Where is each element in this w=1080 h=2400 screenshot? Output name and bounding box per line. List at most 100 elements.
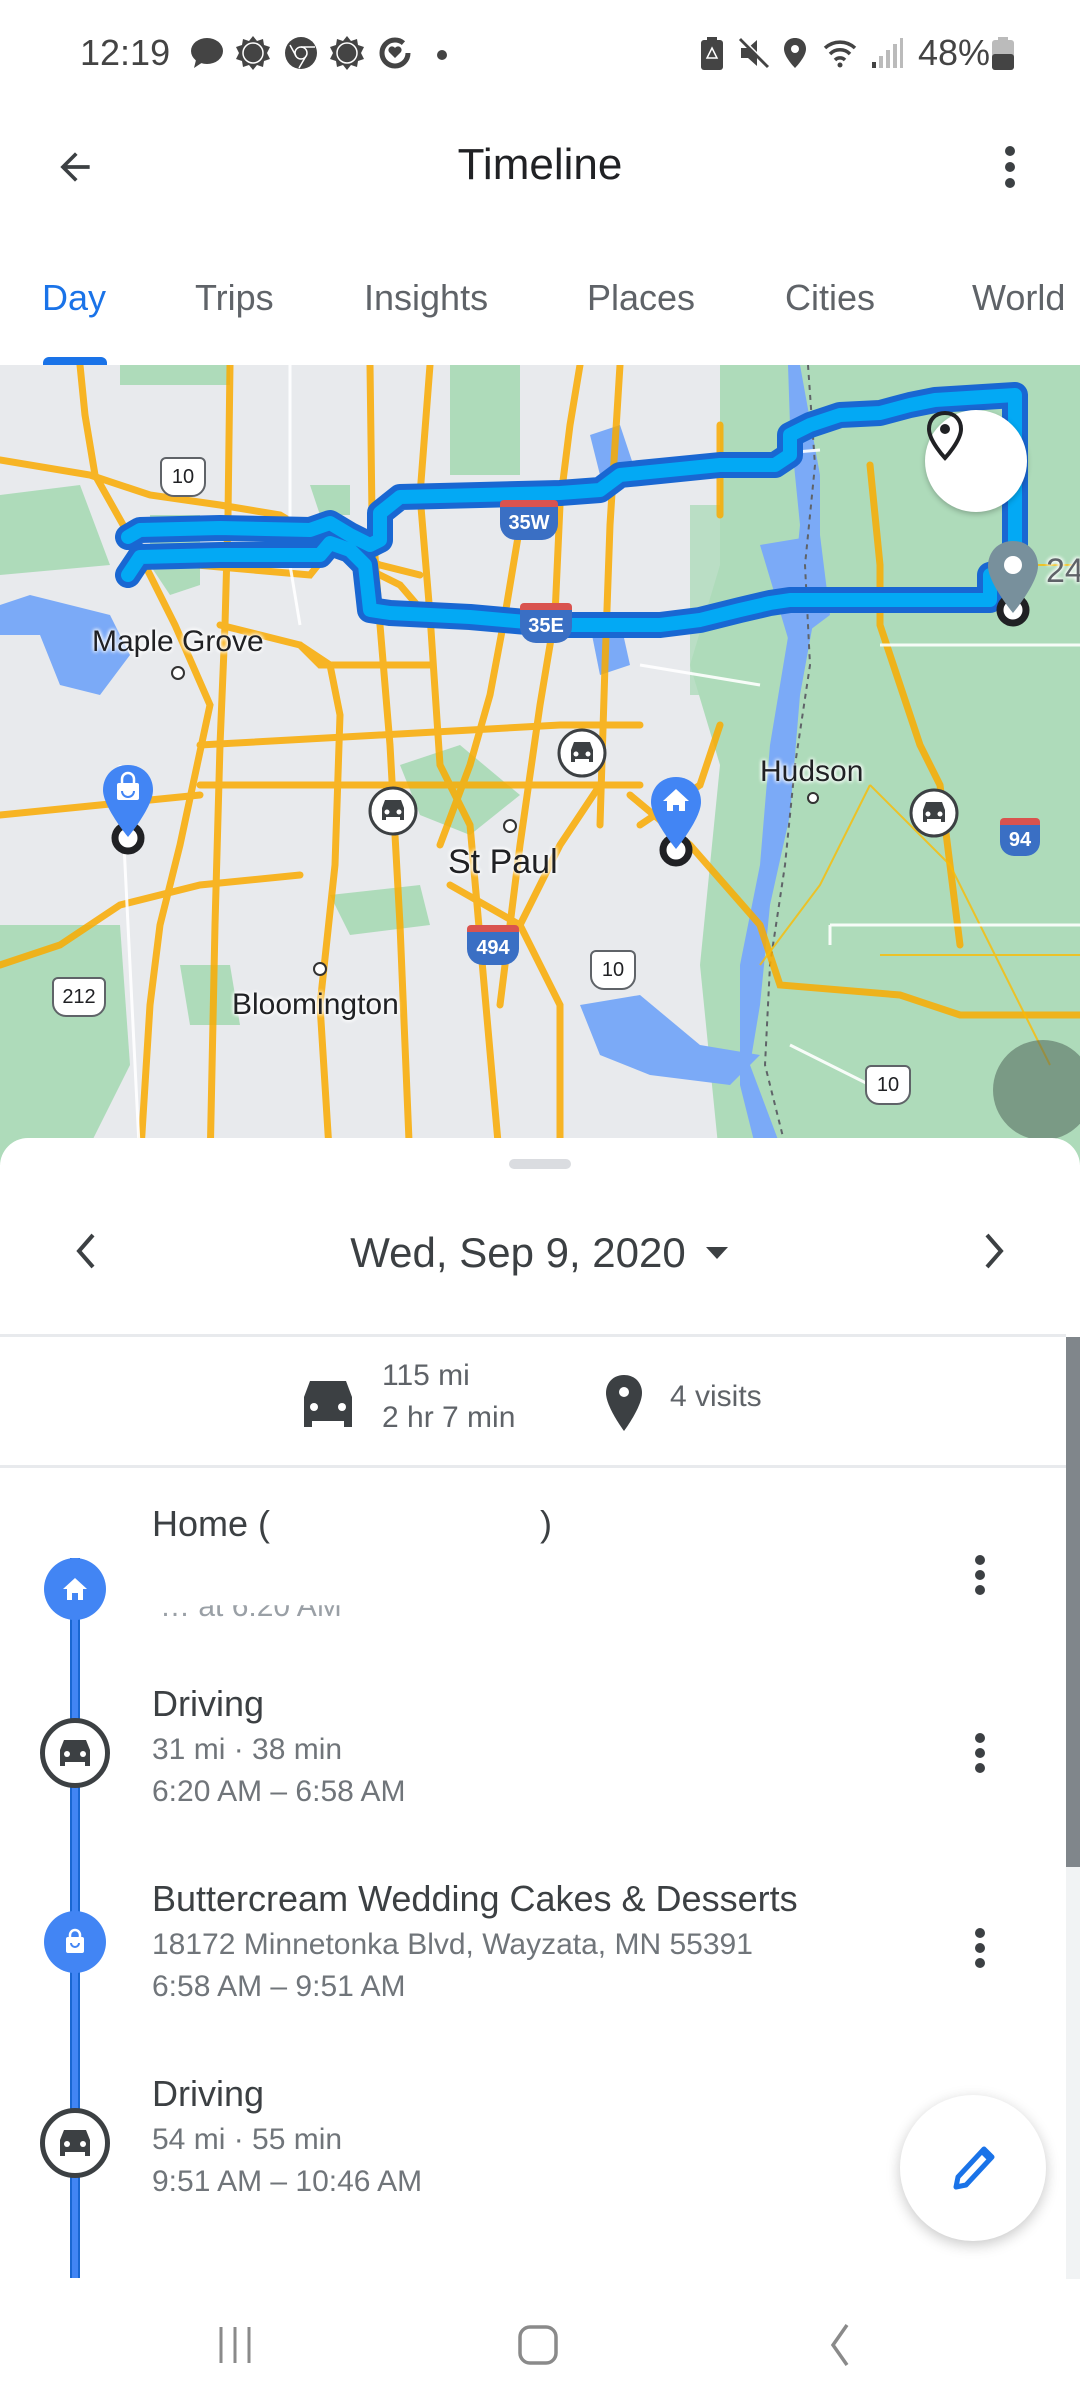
battery-percent: 48%: [918, 32, 991, 73]
timeline-item-menu-button[interactable]: [955, 1908, 1005, 1988]
more-dot-icon: [437, 50, 447, 60]
route-shield-i494: 494: [467, 925, 519, 965]
destination-pin-icon[interactable]: [985, 539, 1041, 615]
tab-places[interactable]: Places: [587, 277, 695, 337]
scrollbar-thumb[interactable]: [1066, 1337, 1080, 1867]
more-vert-icon: [975, 1928, 985, 1968]
timeline-node: [44, 1558, 106, 1620]
battery-icon: [992, 37, 1014, 70]
timeline-node: [44, 1911, 106, 1973]
edit-fab-button[interactable]: [900, 2095, 1046, 2241]
timeline-item-subtitle: 54 mi · 55 min: [152, 2123, 343, 2156]
summary-duration: 2 hr 7 min: [382, 1401, 516, 1434]
recents-button[interactable]: [190, 2310, 280, 2380]
tab-trips[interactable]: Trips: [195, 277, 274, 337]
summary-distance: 115 mi: [382, 1359, 470, 1392]
route-shield-i35e: 35E: [520, 603, 572, 643]
home-button-icon: [518, 2325, 558, 2365]
city-dot: [503, 819, 517, 833]
mute-icon: [738, 37, 770, 69]
more-vert-icon: [975, 1555, 985, 1595]
map-view[interactable]: 10 35W 35E 494 212 10 10 94 Maple Grove …: [0, 365, 1080, 1165]
tab-cities[interactable]: Cities: [785, 277, 875, 337]
home-button[interactable]: [493, 2310, 583, 2380]
health-icon: [379, 37, 411, 69]
timeline-item-place[interactable]: Buttercream Wedding Cakes & Desserts 181…: [0, 1873, 1060, 2053]
timeline-item-time: 6:58 AM – 9:51 AM: [152, 1970, 406, 2003]
tab-bar: Day Trips Insights Places Cities World: [0, 255, 1080, 365]
more-vert-icon: [1005, 146, 1015, 188]
map-label-hudson: Hudson: [760, 755, 864, 788]
previous-day-button[interactable]: [45, 1206, 125, 1296]
timeline-item-time: 9:51 AM – 10:46 AM: [152, 2165, 423, 2198]
map-label-bloomington: Bloomington: [232, 988, 399, 1021]
day-summary: 115 mi 2 hr 7 min 4 visits: [0, 1337, 1066, 1465]
map-place-button[interactable]: [925, 410, 1027, 512]
signal-icon: [872, 38, 903, 68]
car-icon: [60, 1740, 90, 1766]
timeline-item-address: 18172 Minnetonka Blvd, Wayzata, MN 55391: [152, 1928, 753, 1961]
sheet-drag-handle[interactable]: [509, 1159, 571, 1169]
battery-saver-icon: [701, 37, 723, 70]
car-marker-icon[interactable]: [557, 728, 607, 778]
system-back-button[interactable]: [796, 2310, 886, 2380]
city-dot: [313, 962, 327, 976]
home-icon: [63, 1578, 87, 1600]
system-nav-bar: [0, 2280, 1080, 2400]
divider: [0, 1465, 1066, 1468]
car-marker-icon[interactable]: [909, 788, 959, 838]
date-picker[interactable]: Wed, Sep 9, 2020: [300, 1218, 780, 1288]
active-tab-indicator: [43, 357, 107, 365]
location-icon: [784, 38, 806, 68]
bottom-sheet: Wed, Sep 9, 2020 115 mi 2 hr 7 min 4 vis…: [0, 1138, 1080, 2280]
overflow-menu-button[interactable]: [975, 132, 1045, 202]
chevron-right-icon: [985, 1233, 1004, 1269]
timeline-item-title: Driving: [152, 2073, 265, 2114]
route-shield-us10: 10: [160, 457, 206, 497]
timeline-item-title-tail: ): [540, 1503, 552, 1544]
map-label-maple-grove: Maple Grove: [92, 625, 264, 658]
messages-icon: [191, 38, 223, 68]
route-shield-us212: 212: [52, 977, 106, 1017]
timeline-item-title: Buttercream Wedding Cakes & Desserts: [152, 1878, 798, 1919]
timeline-item-time: 6:20 AM – 6:58 AM: [152, 1775, 406, 1808]
car-marker-icon[interactable]: [368, 786, 418, 836]
timeline-item-time: … at 6:20 AM: [160, 1590, 342, 1623]
recents-icon: [219, 2327, 251, 2363]
scrollbar[interactable]: [1066, 1337, 1080, 2279]
home-place-pin-icon[interactable]: [648, 775, 704, 851]
more-vert-icon: [975, 1733, 985, 1773]
status-time: 12:19: [80, 32, 171, 73]
city-dot: [171, 666, 185, 680]
timeline-item-menu-button[interactable]: [955, 1535, 1005, 1615]
date-label: Wed, Sep 9, 2020: [350, 1229, 686, 1276]
weather-sun-icon: [330, 36, 364, 70]
chevron-left-icon: [76, 1233, 95, 1269]
edit-pencil-icon: [953, 2146, 995, 2190]
timeline-item-menu-button[interactable]: [955, 1713, 1005, 1793]
car-icon: [60, 2130, 90, 2156]
tab-insights[interactable]: Insights: [364, 277, 488, 337]
tab-day[interactable]: Day: [42, 277, 106, 337]
city-dot: [807, 792, 819, 804]
route-shield-i35w: 35W: [500, 500, 558, 540]
next-day-button[interactable]: [955, 1206, 1035, 1296]
location-pin-outline-icon: [926, 410, 964, 461]
shopping-bag-icon: [66, 1928, 84, 1953]
weather-sun-icon: [236, 36, 270, 70]
status-bar: 12:19 48%: [0, 0, 1080, 105]
route-shield-us10: 10: [590, 950, 636, 990]
route-shield-us10: 10: [865, 1065, 911, 1105]
shopping-place-pin-icon[interactable]: [100, 763, 156, 839]
timeline-item-title: Home (: [152, 1503, 271, 1544]
tab-world[interactable]: World: [972, 277, 1065, 337]
arrow-drop-down-icon: [705, 1247, 728, 1259]
timeline-item-driving[interactable]: Driving 31 mi · 38 min 6:20 AM – 6:58 AM: [0, 1678, 1060, 1858]
timeline-item-subtitle: 31 mi · 38 min: [152, 1733, 343, 1766]
app-bar: Timeline: [0, 105, 1080, 255]
map-label-st-paul: St Paul: [448, 843, 558, 881]
wifi-icon: [823, 40, 857, 68]
route-shield-i94: 94: [1000, 818, 1040, 856]
car-icon: [304, 1381, 352, 1427]
timeline-item-home[interactable]: Home ( ) … at 6:20 AM: [0, 1473, 1060, 1663]
